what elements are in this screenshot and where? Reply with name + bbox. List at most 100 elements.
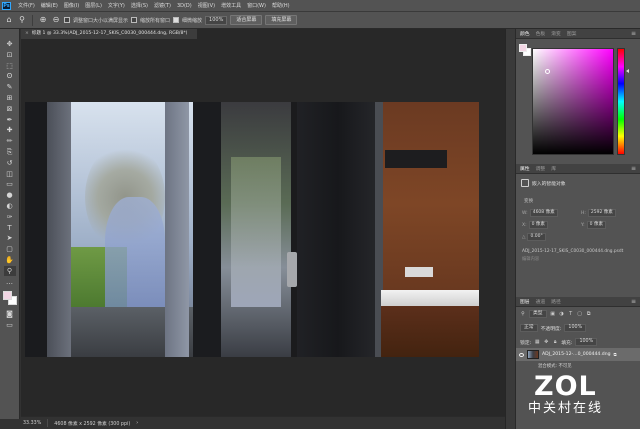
divider [32,14,33,26]
zoom-out-icon[interactable]: ⊖ [51,15,61,25]
panel-menu-icon[interactable]: ≡ [631,30,636,37]
foreground-color-swatch[interactable] [519,44,527,52]
clone-stamp-icon[interactable]: ⎘ [4,147,16,157]
menu-plugins[interactable]: 增效工具 [218,2,244,9]
path-select-icon[interactable]: ➤ [4,233,16,243]
saturation-brightness-picker[interactable] [532,48,614,155]
quick-mask-icon[interactable]: ◙ [4,309,16,319]
type-icon[interactable]: T [4,223,16,233]
rectangle-icon[interactable]: ▢ [4,244,16,254]
type-filter-icon[interactable]: T [568,311,574,317]
eyedropper-icon[interactable]: ✒ [4,115,16,125]
lock-pixels-icon[interactable]: ▦ [534,339,540,345]
panel-menu-icon[interactable]: ≡ [631,165,636,172]
tab-properties[interactable]: 属性 [520,165,530,172]
shape-filter-icon[interactable]: ▢ [577,311,583,317]
tab-layers[interactable]: 图层 [520,298,530,305]
tab-paths[interactable]: 路径 [551,298,561,305]
hand-icon[interactable]: ✋ [4,255,16,265]
smart-object-badge-icon: ⧉ [613,352,617,358]
height-label: H: [581,210,586,216]
hue-slider[interactable] [617,48,625,155]
tab-swatches[interactable]: 色板 [536,30,546,37]
canvas-area[interactable] [21,39,505,416]
menu-select[interactable]: 选择(S) [128,2,151,9]
tab-channels[interactable]: 通道 [536,298,546,305]
zoom-all-checkbox[interactable] [131,17,138,23]
artboard-icon[interactable]: ⊡ [4,50,16,60]
fill-label: 填充: [561,340,573,346]
eraser-icon[interactable]: ◫ [4,169,16,179]
zoom-icon[interactable]: ⚲ [3,265,16,276]
menu-file[interactable]: 文件(F) [15,2,38,9]
menu-type[interactable]: 文字(Y) [105,2,128,9]
blur-icon[interactable]: ● [4,190,16,200]
pen-icon[interactable]: ✑ [4,212,16,222]
resize-windows-checkbox[interactable] [64,17,70,23]
document-tab[interactable]: × 标题 1 @ 33.3%(ADJ_2015-12-17_SKIS_C0030_… [21,29,197,39]
blend-mode-select[interactable]: 正常 [520,324,538,332]
edit-contents-link[interactable]: 编辑内容 [516,254,640,262]
tab-gradients[interactable]: 渐变 [551,30,561,37]
home-icon[interactable]: ⌂ [4,15,14,25]
y-field[interactable]: 0 像素 [586,221,606,229]
menu-view[interactable]: 视图(V) [195,2,218,9]
menu-help[interactable]: 帮助(H) [269,2,293,9]
tab-libraries[interactable]: 库 [551,165,556,172]
tab-adjustments[interactable]: 调整 [536,165,546,172]
photoshop-logo[interactable]: Ps [2,1,11,10]
height-field[interactable]: 2592 像素 [587,209,616,217]
screen-mode-icon[interactable]: ▭ [4,320,16,330]
layer-row[interactable]: ADJ_2015-12-...0_000444.dng ⧉ [516,348,640,361]
brush-icon[interactable]: ✏ [4,136,16,146]
zoom-readout[interactable]: 33.33% [23,421,41,426]
smart-filter-icon[interactable]: ⧉ [586,311,592,317]
healing-brush-icon[interactable]: ✚ [4,125,16,135]
menu-layer[interactable]: 图层(L) [82,2,105,9]
tab-color[interactable]: 颜色 [520,30,530,37]
menu-image[interactable]: 图像(I) [61,2,82,9]
opacity-field[interactable]: 100% [564,324,587,332]
chevron-right-icon[interactable]: › [136,421,138,426]
move-icon[interactable]: ✥ [4,39,16,49]
adjustment-filter-icon[interactable]: ◑ [559,311,565,317]
lock-all-icon[interactable]: 🔒︎ [552,339,558,345]
zoom-tool-icon[interactable]: ⚲ [17,15,27,25]
fill-screen-button[interactable]: 填充屏幕 [265,15,298,25]
eye-icon[interactable] [519,352,524,357]
tab-patterns[interactable]: 图案 [567,30,577,37]
menu-edit[interactable]: 编辑(E) [38,2,61,9]
fit-screen-button[interactable]: 适合屏幕 [230,15,263,25]
zoom-value-field[interactable]: 100% [205,15,228,25]
lock-position-icon[interactable]: ✥ [543,339,549,345]
marquee-icon[interactable]: ⬚ [4,61,16,71]
color-swatches[interactable] [519,44,531,56]
width-cell: W: 4608 像素 [522,209,575,217]
menu-window[interactable]: 窗口(W) [244,2,269,9]
color-picker-cursor[interactable] [545,69,550,74]
image-filter-icon[interactable]: ▣ [550,311,556,317]
zoom-in-icon[interactable]: ⊕ [38,15,48,25]
more-tools-icon[interactable]: … [4,277,16,287]
angle-field[interactable]: 0.00° [527,233,546,241]
crop-icon[interactable]: ⊞ [4,93,16,103]
x-field[interactable]: 0 像素 [528,221,548,229]
document-photo[interactable] [25,102,479,357]
layer-filter-select[interactable]: 类型 [529,310,547,318]
fill-field[interactable]: 100% [575,338,598,346]
dodge-icon[interactable]: ◐ [4,201,16,211]
gradient-icon[interactable]: ▭ [4,179,16,189]
quick-select-icon[interactable]: ✎ [4,82,16,92]
lasso-icon[interactable]: ʘ [4,71,16,81]
foreground-color-swatch[interactable] [2,291,12,301]
close-icon[interactable]: × [25,31,29,36]
panel-menu-icon[interactable]: ≡ [631,298,636,305]
menu-filter[interactable]: 滤镜(T) [151,2,174,9]
hue-slider-handle[interactable] [626,69,629,73]
history-brush-icon[interactable]: ↺ [4,158,16,168]
frame-icon[interactable]: ⊠ [4,104,16,114]
scrubby-zoom-checkbox[interactable] [173,17,180,23]
width-field[interactable]: 4608 像素 [529,209,558,217]
color-swatches[interactable] [2,291,17,306]
menu-3d[interactable]: 3D(D) [174,3,195,9]
